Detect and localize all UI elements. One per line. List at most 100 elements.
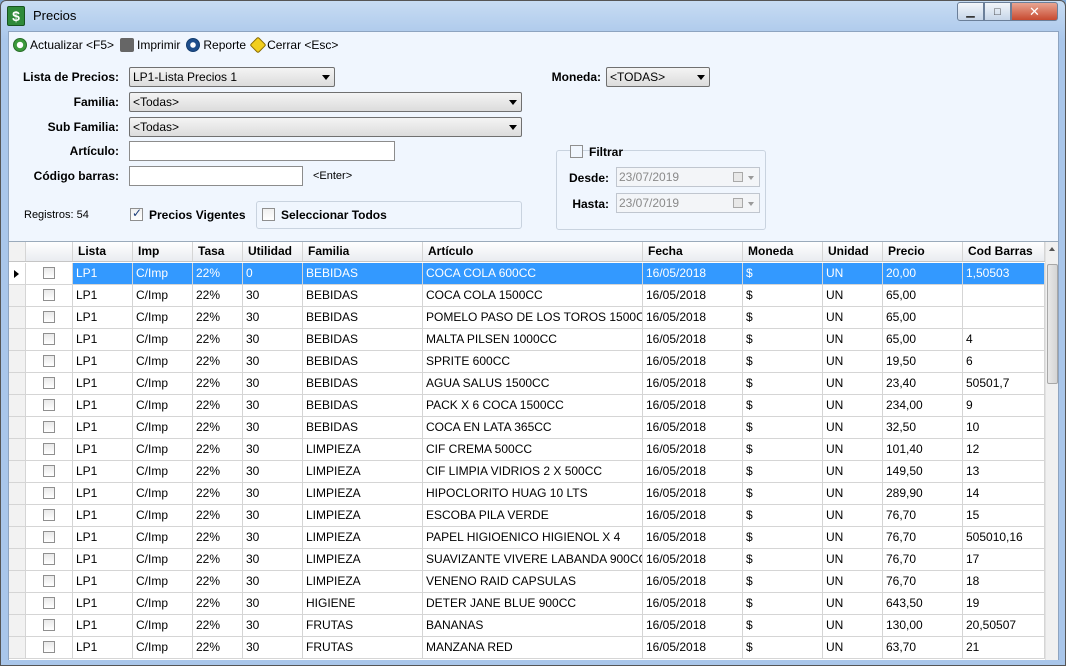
cell-cod-barras[interactable]: 19 <box>963 593 1045 615</box>
col-header-fecha[interactable]: Fecha <box>643 242 743 261</box>
cell-fecha[interactable]: 16/05/2018 <box>643 527 743 549</box>
cell-utilidad[interactable]: 0 <box>243 263 303 285</box>
row-header[interactable] <box>9 417 26 439</box>
cell-unidad[interactable]: UN <box>823 439 883 461</box>
filter-checkbox[interactable] <box>570 145 583 158</box>
cell-fecha[interactable]: 16/05/2018 <box>643 571 743 593</box>
cell-articulo[interactable]: AGUA SALUS 1500CC <box>423 373 643 395</box>
cell-articulo[interactable]: DETER JANE BLUE 900CC <box>423 593 643 615</box>
cell-unidad[interactable]: UN <box>823 285 883 307</box>
cell-imp[interactable]: C/Imp <box>133 483 193 505</box>
row-select-checkbox[interactable] <box>43 487 55 499</box>
row-select-checkbox[interactable] <box>43 377 55 389</box>
cell-unidad[interactable]: UN <box>823 263 883 285</box>
cell-lista[interactable]: LP1 <box>73 395 133 417</box>
table-row[interactable]: LP1 C/Imp 22% 30 FRUTAS MANZANA RED 16/05/2018… <box>9 637 1045 659</box>
row-select-checkbox[interactable] <box>43 531 55 543</box>
table-row[interactable]: LP1 C/Imp 22% 30 BEBIDAS PACK X 6 COCA 1500CC… <box>9 395 1045 417</box>
table-row[interactable]: LP1 C/Imp 22% 0 BEBIDAS COCA COLA 600CC 16/05/… <box>9 263 1045 285</box>
row-header[interactable] <box>9 461 26 483</box>
cell-utilidad[interactable]: 30 <box>243 417 303 439</box>
cell-imp[interactable]: C/Imp <box>133 527 193 549</box>
currency-select[interactable]: <TODAS> <box>606 67 710 87</box>
table-row[interactable]: LP1 C/Imp 22% 30 BEBIDAS POMELO PASO DE LOS T… <box>9 307 1045 329</box>
cell-imp[interactable]: C/Imp <box>133 329 193 351</box>
cell-moneda[interactable]: $ <box>743 395 823 417</box>
cell-articulo[interactable]: PACK X 6 COCA 1500CC <box>423 395 643 417</box>
cell-utilidad[interactable]: 30 <box>243 549 303 571</box>
cell-precio[interactable]: 65,00 <box>883 307 963 329</box>
row-select-checkbox[interactable] <box>43 553 55 565</box>
cell-lista[interactable]: LP1 <box>73 417 133 439</box>
cell-utilidad[interactable]: 30 <box>243 307 303 329</box>
cell-moneda[interactable]: $ <box>743 571 823 593</box>
cell-familia[interactable]: BEBIDAS <box>303 329 423 351</box>
cell-familia[interactable]: BEBIDAS <box>303 395 423 417</box>
cell-cod-barras[interactable]: 21 <box>963 637 1045 659</box>
cell-cod-barras[interactable]: 15 <box>963 505 1045 527</box>
cell-precio[interactable]: 149,50 <box>883 461 963 483</box>
cell-moneda[interactable]: $ <box>743 615 823 637</box>
cell-cod-barras[interactable]: 6 <box>963 351 1045 373</box>
cell-articulo[interactable]: MANZANA RED <box>423 637 643 659</box>
cell-moneda[interactable]: $ <box>743 307 823 329</box>
cell-utilidad[interactable]: 30 <box>243 461 303 483</box>
cell-articulo[interactable]: VENENO RAID CAPSULAS <box>423 571 643 593</box>
cell-precio[interactable]: 23,40 <box>883 373 963 395</box>
col-header-unidad[interactable]: Unidad <box>823 242 883 261</box>
cell-familia[interactable]: LIMPIEZA <box>303 527 423 549</box>
cell-tasa[interactable]: 22% <box>193 461 243 483</box>
cell-articulo[interactable]: BANANAS <box>423 615 643 637</box>
row-header[interactable] <box>9 351 26 373</box>
table-row[interactable]: LP1 C/Imp 22% 30 BEBIDAS COCA COLA 1500CC 16/0… <box>9 285 1045 307</box>
cell-fecha[interactable]: 16/05/2018 <box>643 329 743 351</box>
vertical-scrollbar[interactable] <box>1045 242 1058 660</box>
table-row[interactable]: LP1 C/Imp 22% 30 FRUTAS BANANAS 16/05/2018 $ UN 1… <box>9 615 1045 637</box>
cell-unidad[interactable]: UN <box>823 527 883 549</box>
cell-unidad[interactable]: UN <box>823 395 883 417</box>
cell-articulo[interactable]: CIF LIMPIA VIDRIOS 2 X 500CC <box>423 461 643 483</box>
cell-tasa[interactable]: 22% <box>193 571 243 593</box>
cell-articulo[interactable]: COCA EN LATA 365CC <box>423 417 643 439</box>
subfamily-select[interactable]: <Todas> <box>129 117 522 137</box>
cell-moneda[interactable]: $ <box>743 351 823 373</box>
cell-lista[interactable]: LP1 <box>73 549 133 571</box>
cell-moneda[interactable]: $ <box>743 505 823 527</box>
col-header-select[interactable] <box>26 242 73 261</box>
cell-fecha[interactable]: 16/05/2018 <box>643 549 743 571</box>
cell-precio[interactable]: 63,70 <box>883 637 963 659</box>
cell-articulo[interactable]: HIPOCLORITO HUAG 10 LTS <box>423 483 643 505</box>
cell-precio[interactable]: 65,00 <box>883 329 963 351</box>
cell-familia[interactable]: LIMPIEZA <box>303 439 423 461</box>
cell-precio[interactable]: 234,00 <box>883 395 963 417</box>
cell-fecha[interactable]: 16/05/2018 <box>643 461 743 483</box>
cell-imp[interactable]: C/Imp <box>133 285 193 307</box>
cell-fecha[interactable]: 16/05/2018 <box>643 351 743 373</box>
cell-cod-barras[interactable]: 20,50507 <box>963 615 1045 637</box>
cell-cod-barras[interactable]: 10 <box>963 417 1045 439</box>
cell-familia[interactable]: HIGIENE <box>303 593 423 615</box>
cell-cod-barras[interactable]: 13 <box>963 461 1045 483</box>
cell-utilidad[interactable]: 30 <box>243 637 303 659</box>
cell-fecha[interactable]: 16/05/2018 <box>643 307 743 329</box>
cell-utilidad[interactable]: 30 <box>243 615 303 637</box>
cell-moneda[interactable]: $ <box>743 263 823 285</box>
cell-imp[interactable]: C/Imp <box>133 439 193 461</box>
cell-precio[interactable]: 643,50 <box>883 593 963 615</box>
close-window-button[interactable]: ✕ <box>1011 2 1058 21</box>
cell-imp[interactable]: C/Imp <box>133 637 193 659</box>
cell-imp[interactable]: C/Imp <box>133 307 193 329</box>
table-row[interactable]: LP1 C/Imp 22% 30 HIGIENE DETER JANE BLUE 900C… <box>9 593 1045 615</box>
cell-lista[interactable]: LP1 <box>73 285 133 307</box>
cell-imp[interactable]: C/Imp <box>133 549 193 571</box>
cell-utilidad[interactable]: 30 <box>243 439 303 461</box>
cell-cod-barras[interactable]: 18 <box>963 571 1045 593</box>
col-header-cod-barras[interactable]: Cod Barras <box>963 242 1045 261</box>
title-bar[interactable]: $ Precios ▁ □ ✕ <box>1 1 1065 31</box>
cell-utilidad[interactable]: 30 <box>243 527 303 549</box>
cell-imp[interactable]: C/Imp <box>133 615 193 637</box>
row-select-checkbox[interactable] <box>43 333 55 345</box>
family-select[interactable]: <Todas> <box>129 92 522 112</box>
cell-fecha[interactable]: 16/05/2018 <box>643 263 743 285</box>
maximize-button[interactable]: □ <box>984 2 1011 21</box>
